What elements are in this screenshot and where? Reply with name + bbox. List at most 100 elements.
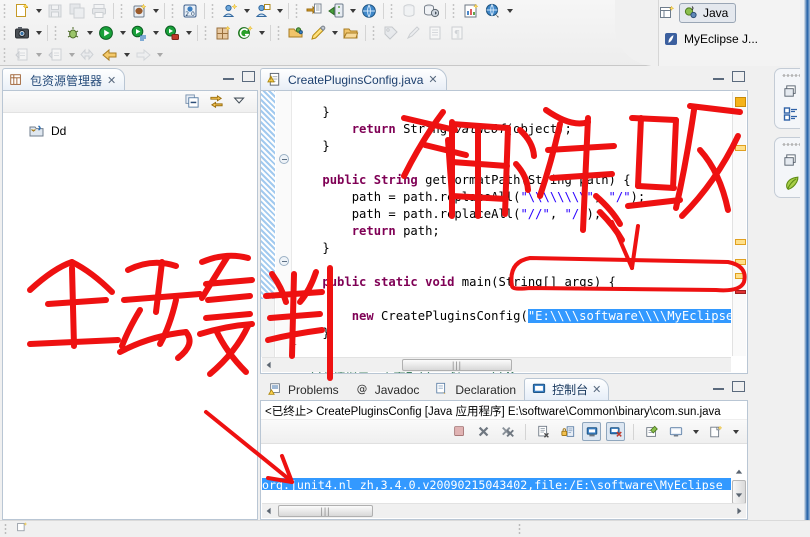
view-menu-icon[interactable] <box>233 94 249 110</box>
run-history-icon[interactable] <box>128 23 150 43</box>
scroll-left-icon[interactable] <box>262 358 276 372</box>
restore-icon[interactable] <box>783 153 799 169</box>
open-perspective-icon[interactable] <box>659 5 675 21</box>
edit-dropdown-icon[interactable] <box>329 23 340 43</box>
maximize-button[interactable] <box>732 71 745 82</box>
print-icon[interactable] <box>88 1 110 21</box>
toolbar-grip[interactable] <box>2 24 9 42</box>
report-icon[interactable] <box>460 1 482 21</box>
export-icon[interactable] <box>303 1 325 21</box>
overview-marker-error[interactable] <box>735 290 746 294</box>
previous-annotation-dropdown-icon[interactable] <box>33 45 44 65</box>
close-icon[interactable]: ✕ <box>592 383 601 396</box>
new-jsp-icon[interactable] <box>212 23 234 43</box>
refresh-db-icon[interactable] <box>420 1 442 21</box>
web-browser-icon[interactable] <box>482 1 504 21</box>
console-dropdown-icon[interactable] <box>690 422 701 442</box>
editor-overview-ruler[interactable] <box>732 92 746 356</box>
back-arrow-dropdown-icon[interactable] <box>121 45 132 65</box>
open-type-icon[interactable]: 2.0 <box>179 1 201 21</box>
editor-folding-column[interactable] <box>276 91 292 357</box>
console-output[interactable]: org.junit4.nl_zh,3.4.0.v20090215043402,f… <box>262 477 731 491</box>
restore-icon[interactable] <box>783 84 799 100</box>
fast-view-grip[interactable] <box>782 142 800 147</box>
new-wizard-dropdown-icon[interactable] <box>33 1 44 21</box>
save-icon[interactable] <box>44 1 66 21</box>
open-resource-icon[interactable] <box>285 23 307 43</box>
back-arrow-icon[interactable] <box>99 45 121 65</box>
next-annotation-icon[interactable] <box>44 45 66 65</box>
search-tag-icon[interactable] <box>380 23 402 43</box>
new-java-package-icon[interactable] <box>128 1 150 21</box>
open-console-icon[interactable] <box>642 422 661 441</box>
previous-annotation-icon[interactable] <box>11 45 33 65</box>
window-right-scrollbar[interactable] <box>804 0 810 536</box>
terminate-icon[interactable] <box>450 422 469 441</box>
editor-marker-gutter[interactable] <box>261 91 275 357</box>
outline-view-icon[interactable] <box>783 106 799 122</box>
open-folder-icon[interactable] <box>340 23 362 43</box>
new-class-icon[interactable] <box>219 1 241 21</box>
save-all-icon[interactable] <box>66 1 88 21</box>
toolbar-grip[interactable] <box>203 24 210 42</box>
collapse-all-icon[interactable] <box>185 94 201 110</box>
database-explorer-icon[interactable] <box>398 1 420 21</box>
tab-console[interactable]: 控制台 ✕ <box>524 378 609 400</box>
scroll-up-icon[interactable] <box>732 465 746 479</box>
run-config-dropdown-icon[interactable] <box>183 23 194 43</box>
myeclipse-leaf-icon[interactable] <box>783 175 799 191</box>
deploy-icon[interactable] <box>325 1 347 21</box>
editor-horizontal-scrollbar[interactable]: ||| <box>262 357 731 372</box>
toolbar-grip[interactable] <box>2 2 9 20</box>
marker-icon[interactable] <box>402 23 424 43</box>
perspective-myeclipse-button[interactable]: MyEclipse J... <box>659 30 762 48</box>
remove-all-launches-icon[interactable] <box>498 422 517 441</box>
globe-icon[interactable] <box>358 1 380 21</box>
hscroll-thumb[interactable]: ||| <box>402 359 512 371</box>
overview-marker[interactable] <box>735 97 746 107</box>
overview-marker[interactable] <box>735 145 746 151</box>
run-config-icon[interactable] <box>161 23 183 43</box>
minimize-button[interactable] <box>712 381 725 392</box>
web-browser-dropdown-icon[interactable] <box>504 1 515 21</box>
tab-createpluginsconfig-java[interactable]: ! CreatePluginsConfig.java ✕ <box>260 68 447 90</box>
tab-package-explorer[interactable]: 包资源管理器 ✕ <box>2 68 125 90</box>
close-icon[interactable]: ✕ <box>107 74 116 87</box>
status-bar-grip[interactable] <box>518 523 524 535</box>
show-list-icon[interactable] <box>424 23 446 43</box>
new-class-dropdown-icon[interactable] <box>241 1 252 21</box>
new-interface-dropdown-icon[interactable] <box>274 1 285 21</box>
toolbar-grip[interactable] <box>53 24 60 42</box>
next-annotation-dropdown-icon[interactable] <box>66 45 77 65</box>
forward-arrow-dropdown-icon[interactable] <box>154 45 165 65</box>
toolbar-grip[interactable] <box>371 24 378 42</box>
console-horizontal-scrollbar[interactable]: ||| <box>262 503 746 518</box>
display-selected-console-icon[interactable] <box>606 422 625 441</box>
toolbar-grip[interactable] <box>294 2 301 20</box>
new-console-icon[interactable] <box>706 422 725 441</box>
minimize-button[interactable] <box>712 71 725 82</box>
fold-collapse-icon[interactable] <box>279 256 289 266</box>
editor-code[interactable]: } return String.valueOf(object); } publi… <box>293 104 731 345</box>
tab-declaration[interactable]: Declaration <box>427 380 524 400</box>
new-console-dropdown-icon[interactable] <box>730 422 741 442</box>
tree-item-project[interactable]: Dd <box>29 123 257 139</box>
toolbar-grip[interactable] <box>119 2 126 20</box>
scroll-lock-icon[interactable] <box>558 422 577 441</box>
scroll-down-icon[interactable] <box>732 488 746 502</box>
run-history-dropdown-icon[interactable] <box>150 23 161 43</box>
maximize-button[interactable] <box>732 381 745 392</box>
toolbar-grip[interactable] <box>170 2 177 20</box>
edit-icon[interactable] <box>307 23 329 43</box>
link-with-editor-icon[interactable] <box>209 94 225 110</box>
toolbar-grip[interactable] <box>389 2 396 20</box>
toolbar-grip[interactable] <box>2 46 9 64</box>
new-wizard-icon[interactable] <box>11 1 33 21</box>
tab-problems[interactable]: Problems <box>260 380 347 400</box>
overview-marker[interactable] <box>735 273 746 279</box>
fold-collapse-icon[interactable] <box>279 154 289 164</box>
status-bar-grip[interactable] <box>4 523 10 535</box>
minimize-button[interactable] <box>222 71 235 82</box>
scroll-right-icon[interactable] <box>732 504 746 518</box>
tab-javadoc[interactable]: @ Javadoc <box>347 380 428 400</box>
